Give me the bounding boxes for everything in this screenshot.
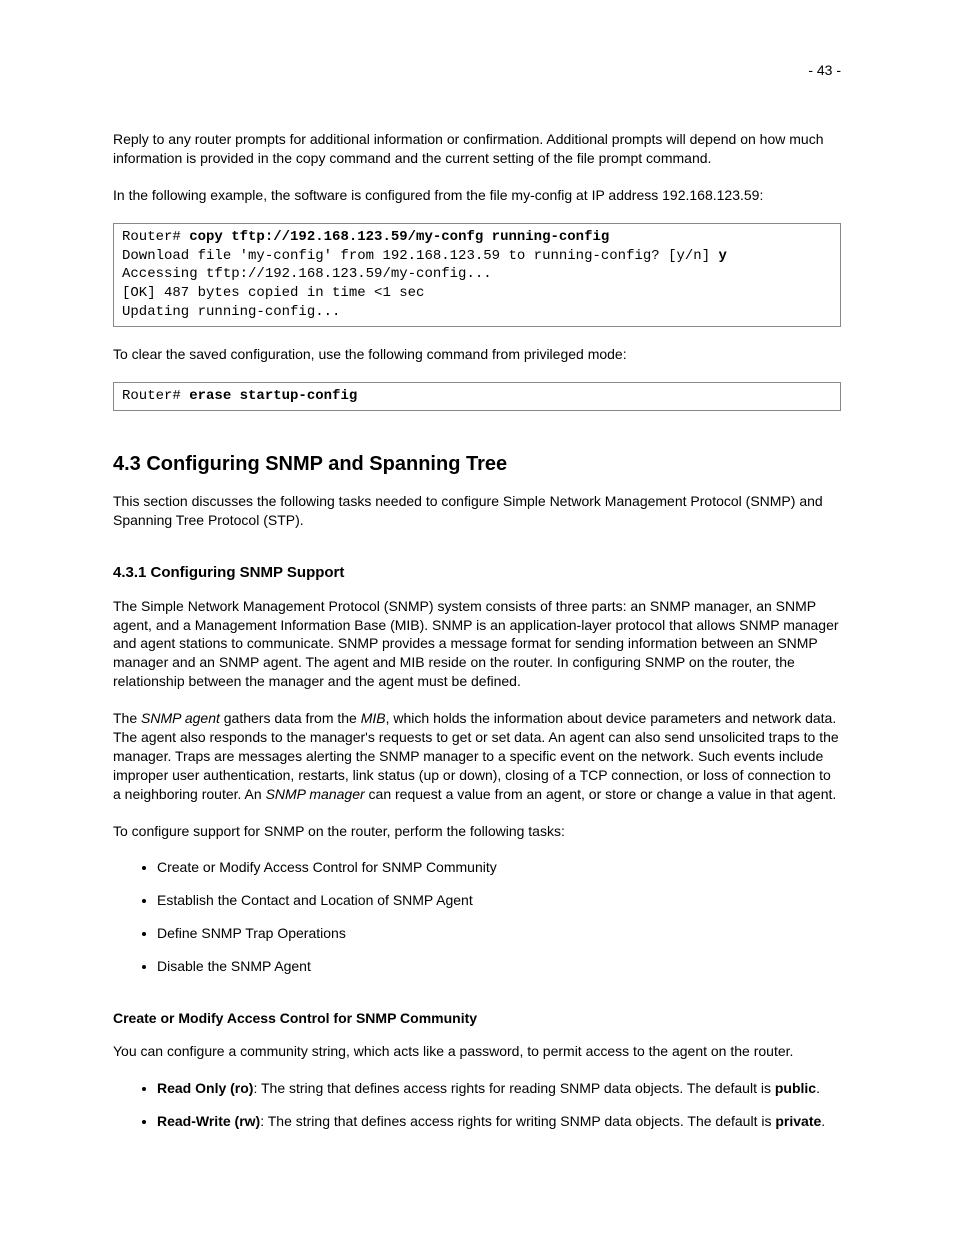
paragraph: The SNMP agent gathers data from the MIB… (113, 709, 841, 803)
text-run: The (113, 710, 141, 726)
code-command: copy tftp://192.168.123.59/my-confg runn… (189, 229, 609, 245)
bold-default: private (775, 1113, 821, 1129)
list-item: Read Only (ro): The string that defines … (157, 1079, 841, 1098)
section-heading: 4.3 Configuring SNMP and Spanning Tree (113, 453, 841, 476)
paragraph: This section discusses the following tas… (113, 492, 841, 530)
paragraph: You can configure a community string, wh… (113, 1042, 841, 1061)
code-prompt: Router# (122, 229, 189, 245)
list-item: Define SNMP Trap Operations (157, 924, 841, 943)
bold-default: public (775, 1080, 816, 1096)
code-line: Download file 'my-config' from 192.168.1… (122, 248, 719, 264)
italic-term: MIB (361, 710, 386, 726)
italic-term: SNMP agent (141, 710, 220, 726)
document-page: - 43 - Reply to any router prompts for a… (0, 0, 954, 1235)
text-run: gathers data from the (220, 710, 361, 726)
page-content: Reply to any router prompts for addition… (113, 130, 841, 1131)
paragraph: To configure support for SNMP on the rou… (113, 822, 841, 841)
code-block: Router# erase startup-config (113, 382, 841, 411)
code-prompt: Router# (122, 388, 189, 404)
code-line: Updating running-config... (122, 304, 340, 320)
page-number: - 43 - (808, 62, 841, 78)
code-input: y (719, 248, 727, 264)
text-run: : The string that defines access rights … (260, 1113, 775, 1129)
list-item: Create or Modify Access Control for SNMP… (157, 858, 841, 877)
code-command: erase startup-config (189, 388, 357, 404)
access-list: Read Only (ro): The string that defines … (113, 1079, 841, 1131)
bold-label: Read Only (ro) (157, 1080, 253, 1096)
list-item: Read-Write (rw): The string that defines… (157, 1112, 841, 1131)
paragraph: The Simple Network Management Protocol (… (113, 597, 841, 691)
paragraph: To clear the saved configuration, use th… (113, 345, 841, 364)
text-run: : The string that defines access rights … (253, 1080, 774, 1096)
paragraph: Reply to any router prompts for addition… (113, 130, 841, 168)
code-line: [OK] 487 bytes copied in time <1 sec (122, 285, 424, 301)
subsection-heading: 4.3.1 Configuring SNMP Support (113, 564, 841, 581)
task-list: Create or Modify Access Control for SNMP… (113, 858, 841, 976)
list-item: Disable the SNMP Agent (157, 957, 841, 976)
subheading: Create or Modify Access Control for SNMP… (113, 1010, 841, 1026)
list-item: Establish the Contact and Location of SN… (157, 891, 841, 910)
text-run: can request a value from an agent, or st… (365, 786, 837, 802)
code-block: Router# copy tftp://192.168.123.59/my-co… (113, 223, 841, 327)
code-line: Accessing tftp://192.168.123.59/my-confi… (122, 266, 492, 282)
bold-label: Read-Write (rw) (157, 1113, 260, 1129)
paragraph: In the following example, the software i… (113, 186, 841, 205)
italic-term: SNMP manager (266, 786, 365, 802)
